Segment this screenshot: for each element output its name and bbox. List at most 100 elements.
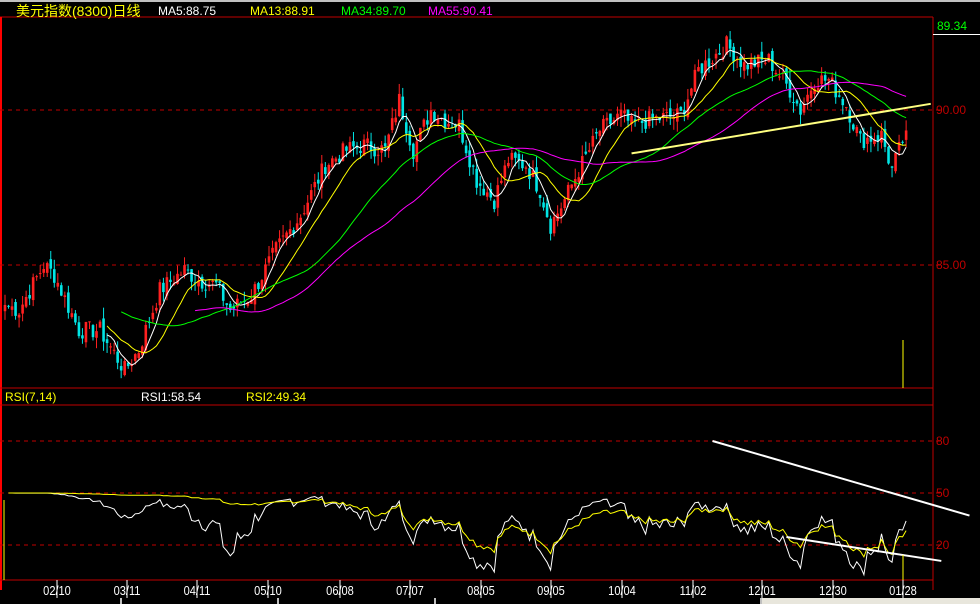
top-border: [0, 0, 980, 2]
candle: [38, 273, 42, 275]
candle: [67, 292, 70, 313]
candle: [14, 302, 17, 316]
rsi2-line: [8, 492, 907, 559]
candle: [267, 256, 271, 263]
candle: [281, 235, 285, 237]
candle: [514, 152, 517, 158]
rsi1-label: RSI1:58.54: [141, 390, 202, 404]
candle: [739, 56, 742, 67]
candle: [809, 90, 813, 99]
x-tick-label: 01/28: [889, 583, 917, 598]
candle: [806, 94, 809, 102]
candle: [500, 180, 503, 183]
candle: [697, 67, 700, 72]
candle: [816, 88, 820, 91]
candle: [855, 127, 859, 134]
taskbar: [0, 598, 980, 604]
candle: [56, 282, 60, 287]
taskbar-item[interactable]: [436, 598, 762, 604]
candle: [140, 346, 144, 355]
taskbar-item[interactable]: [0, 598, 122, 604]
x-tick-label: 02/10: [43, 583, 71, 598]
rsi1-line: [8, 492, 907, 577]
candle: [665, 111, 669, 113]
candle: [151, 312, 155, 320]
candle: [549, 218, 552, 234]
candle: [63, 295, 67, 297]
candle: [859, 131, 862, 134]
candle: [313, 181, 317, 188]
candle: [475, 168, 478, 188]
candle: [827, 78, 830, 81]
candle: [429, 110, 433, 125]
candle: [718, 53, 721, 55]
candle: [774, 72, 778, 75]
candle: [894, 153, 897, 172]
candle: [35, 276, 38, 278]
candle: [383, 143, 387, 147]
candle: [552, 216, 556, 234]
candle: [214, 280, 218, 283]
candle: [591, 135, 595, 147]
candle: [334, 158, 338, 162]
candle: [742, 62, 746, 71]
candle: [401, 96, 405, 119]
candle: [714, 53, 718, 59]
candle: [904, 130, 908, 140]
candle: [528, 168, 531, 180]
x-tick-label: 12/01: [748, 583, 776, 598]
candle: [295, 223, 299, 231]
candle: [415, 141, 419, 163]
candle: [482, 188, 486, 196]
candle: [408, 130, 412, 146]
x-tick-label: 11/02: [679, 583, 707, 598]
candle: [116, 351, 119, 363]
candle: [510, 152, 514, 160]
candle: [485, 192, 489, 197]
candle: [49, 259, 53, 269]
candle: [795, 100, 799, 104]
candle: [887, 146, 890, 164]
taskbar-item[interactable]: [279, 598, 436, 604]
rsi-tick-label: 80: [936, 434, 950, 448]
candle: [588, 150, 591, 152]
candle: [767, 53, 771, 62]
candle: [538, 194, 542, 199]
candle: [98, 321, 102, 328]
candle: [584, 151, 588, 154]
candle: [492, 200, 496, 210]
x-tick-label: 06/08: [326, 583, 354, 598]
candle: [394, 117, 398, 123]
candle: [84, 321, 88, 343]
ma55-line: [195, 81, 907, 313]
candle: [288, 229, 292, 235]
candle: [109, 346, 112, 348]
candle: [690, 88, 693, 96]
candle: [524, 167, 528, 169]
candle: [496, 185, 500, 208]
x-tick-label: 05/10: [254, 583, 282, 598]
candle: [158, 282, 162, 306]
candle: [640, 120, 644, 124]
candle: [260, 280, 264, 290]
candle: [373, 147, 376, 157]
candle: [123, 361, 126, 376]
candle: [503, 165, 507, 178]
candle: [901, 141, 904, 143]
candle: [764, 62, 767, 64]
candle: [862, 133, 866, 149]
candle: [24, 296, 28, 307]
taskbar-item[interactable]: [122, 598, 279, 604]
candle: [112, 349, 116, 351]
candle: [876, 135, 880, 141]
candle: [433, 112, 436, 121]
candle: [841, 98, 845, 106]
candle: [577, 177, 581, 183]
candle: [792, 102, 795, 104]
candle: [447, 123, 450, 127]
chart-canvas: [0, 0, 980, 598]
candle: [3, 304, 7, 312]
candle: [676, 108, 679, 122]
candle: [299, 217, 302, 226]
candle: [802, 104, 806, 113]
